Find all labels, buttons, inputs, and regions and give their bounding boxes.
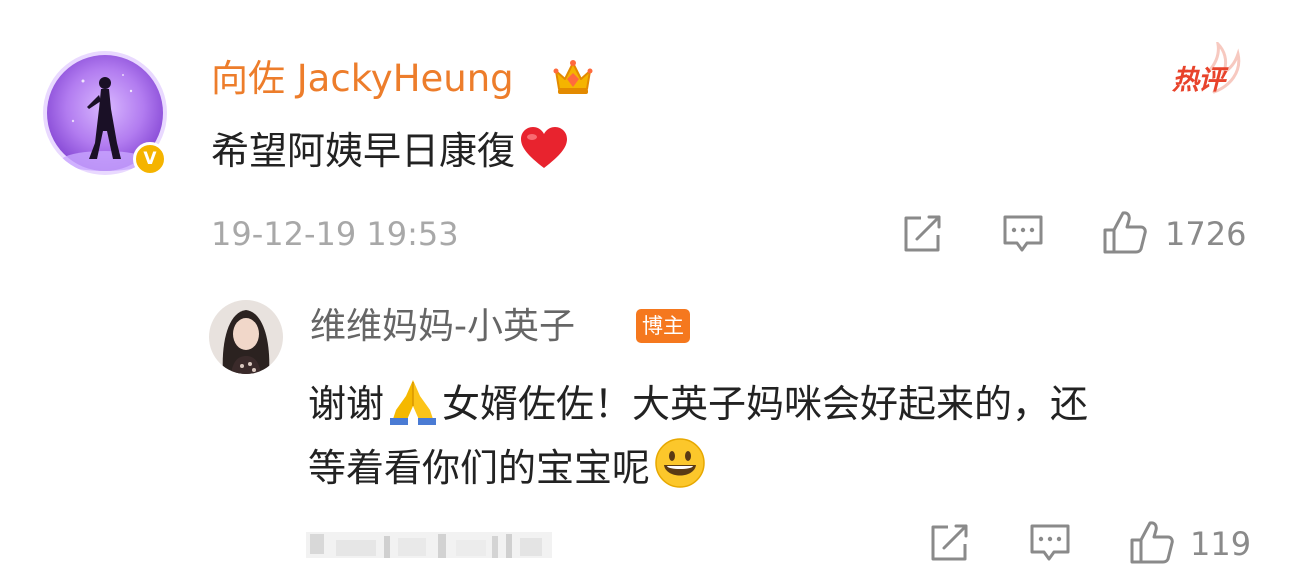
reply-timestamp-redacted (306, 532, 552, 558)
reply-text-line-2: 等着看你们的宝宝呢 (308, 436, 1268, 500)
comment-text-body: 希望阿姨早日康復 (211, 129, 516, 173)
reply-author-name[interactable]: 维维妈妈-小英子 (310, 305, 575, 349)
reply-like-count: 119 (1190, 525, 1252, 563)
comment-timestamp: 19-12-19 19:53 (211, 215, 459, 253)
reply-like-icon[interactable] (1128, 518, 1176, 566)
reply-share-icon[interactable] (928, 523, 970, 563)
share-icon[interactable] (901, 214, 943, 254)
hot-comment-label: 热评 (1172, 65, 1225, 96)
reply-avatar[interactable] (209, 300, 283, 374)
comment-icon[interactable] (1002, 214, 1044, 254)
reply-text-line-1: 谢谢 女婿佐佐！大英子妈咪会好起来的，还 (308, 372, 1268, 436)
comment-author-name[interactable]: 向佐 JackyHeung (211, 56, 514, 102)
reply-text-part-b: 女婿佐佐！大英子妈咪会好起来的，还 (442, 382, 1089, 426)
hot-comment-badge: 热评 (1168, 42, 1248, 96)
crown-icon[interactable] (551, 55, 595, 99)
grinning-face-emoji (655, 438, 705, 488)
like-count: 1726 (1165, 215, 1247, 253)
verified-badge: V (133, 142, 167, 176)
like-icon[interactable] (1101, 208, 1149, 256)
heart-icon (521, 127, 568, 168)
blogger-badge: 博主 (636, 309, 690, 343)
reply-text-part-a: 谢谢 (308, 382, 385, 426)
reply-avatar-image (209, 300, 283, 374)
reply-text-part-c: 等着看你们的宝宝呢 (308, 446, 651, 490)
comment-text: 希望阿姨早日康復 (211, 124, 571, 176)
comment-thread: V 向佐 JackyHeung 热评 希望阿姨早日康復 19-12-19 19:… (0, 0, 1290, 576)
reply-comment-icon[interactable] (1029, 523, 1071, 563)
folded-hands-emoji (390, 380, 437, 425)
reply-text: 谢谢 女婿佐佐！大英子妈咪会好起来的，还 等着看你们的宝宝呢 (308, 372, 1268, 500)
